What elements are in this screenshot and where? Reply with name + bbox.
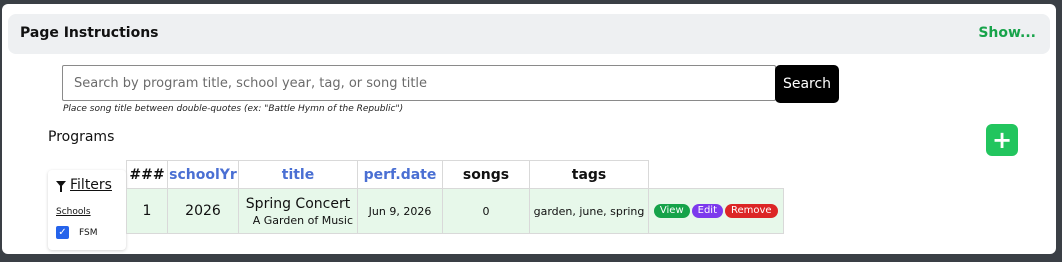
search-input[interactable] xyxy=(62,65,776,101)
programs-table: ### schoolYr title perf.date songs tags … xyxy=(126,160,784,234)
row-subtitle: A Garden of Music xyxy=(252,213,353,227)
programs-heading: Programs xyxy=(48,129,115,145)
schools-filter-label: Schools xyxy=(56,207,91,217)
filter-icon xyxy=(56,181,66,192)
row-perf-date: Jun 9, 2026 xyxy=(357,188,443,234)
remove-button[interactable]: Remove xyxy=(725,204,778,218)
search-button[interactable]: Search xyxy=(775,65,839,103)
column-header-songs: songs xyxy=(442,160,530,189)
row-number: 1 xyxy=(126,188,168,234)
page-instructions-bar: Page Instructions Show... xyxy=(8,14,1050,54)
column-header-perf-date[interactable]: perf.date xyxy=(357,160,443,189)
filters-label: Filters xyxy=(70,177,112,193)
column-header-tags: tags xyxy=(529,160,649,189)
row-school-year: 2026 xyxy=(167,188,239,234)
column-header-number: ### xyxy=(126,160,168,189)
row-tags: garden, june, spring xyxy=(529,188,649,234)
search-hint: Place song title between double-quotes (… xyxy=(63,104,404,114)
row-title-cell: Spring Concert A Garden of Music xyxy=(238,188,358,234)
column-header-actions xyxy=(649,161,784,189)
page-panel: Page Instructions Show... Search Place s… xyxy=(2,4,1056,254)
table-header-row: ### schoolYr title perf.date songs tags xyxy=(126,160,784,189)
view-button[interactable]: View xyxy=(653,204,690,218)
page-instructions-title: Page Instructions xyxy=(20,25,159,41)
column-header-title[interactable]: title xyxy=(238,160,358,189)
row-songs-count: 0 xyxy=(442,188,530,234)
row-title: Spring Concert xyxy=(245,195,351,212)
school-filter-label: FSM xyxy=(79,227,98,238)
filters-toggle[interactable]: Filters xyxy=(56,177,112,193)
table-row: 1 2026 Spring Concert A Garden of Music … xyxy=(126,188,784,234)
show-instructions-link[interactable]: Show... xyxy=(978,25,1036,41)
column-header-school-year[interactable]: schoolYr xyxy=(167,160,239,189)
row-actions: View Edit Remove xyxy=(648,188,784,234)
school-filter-option[interactable]: ✓ FSM xyxy=(56,226,98,239)
checkbox-checked-icon[interactable]: ✓ xyxy=(56,226,69,239)
add-program-button[interactable]: + xyxy=(986,124,1018,156)
edit-button[interactable]: Edit xyxy=(691,204,723,218)
filters-panel: Filters Schools ✓ FSM xyxy=(48,170,126,250)
